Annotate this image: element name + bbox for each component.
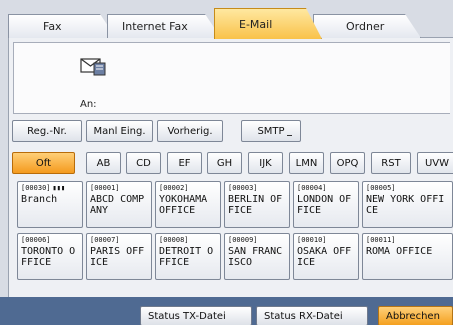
previous-button[interactable]: Vorherig. [157,120,223,142]
destination-number: [00007] [90,236,120,244]
destination-name: BERLIN OFFICE [228,194,283,216]
tab-fax[interactable]: Fax [8,14,116,38]
registration-number-button[interactable]: Reg.-Nr. [12,120,82,142]
destination-name: DETROIT OFFICE [159,246,214,268]
destination-name: Branch [21,194,58,205]
destination-key[interactable]: [00001] ABCD COMPANY [86,181,152,228]
destination-name: LONDON OFFICE [297,194,352,216]
destination-number: [00030] ▮▮▮ [21,184,66,192]
tab-bar: Fax Internet Fax E-Mail Ordner [8,8,453,38]
destination-name: TORONTO OFFICE [21,246,76,268]
destination-number: [00003] [228,184,258,192]
status-tx-file-button[interactable]: Status TX-Datei [140,306,252,325]
destination-key[interactable]: [00030] ▮▮▮ Branch [17,181,83,228]
destination-number: [00008] [159,236,189,244]
destination-name: NEW YORK OFFICE [366,194,445,216]
index-gh[interactable]: GH [207,152,242,174]
destination-key[interactable]: [00004] LONDON OFFICE [293,181,359,228]
index-lmn[interactable]: LMN [289,152,324,174]
destination-key[interactable]: [00005] NEW YORK OFFICE [362,181,453,228]
email-envelope-icon [80,58,106,76]
destination-number: [00011] [366,236,396,244]
destination-name: OSAKA OFFICE [297,246,352,268]
destination-number: [00006] [21,236,51,244]
destination-number: [00001] [90,184,120,192]
destination-key[interactable]: [00003] BERLIN OFFICE [224,181,290,228]
index-cd[interactable]: CD [126,152,161,174]
group-icon: ▮▮▮ [52,184,66,192]
destination-key[interactable]: [00007] PARIS OFFICE [86,233,152,280]
destination-number: [00002] [159,184,189,192]
index-frequent[interactable]: Oft [12,152,75,174]
destination-name: YOKOHAMA OFFICE [159,194,208,216]
destination-area[interactable]: An: [13,42,450,114]
destination-key[interactable]: [00006] TORONTO OFFICE [17,233,83,280]
destination-name: ROMA OFFICE [366,246,433,257]
destination-key[interactable]: [00011] ROMA OFFICE [362,233,453,280]
index-rst[interactable]: RST [371,152,411,174]
status-rx-file-button[interactable]: Status RX-Datei [256,306,368,325]
destination-number: [00004] [297,184,327,192]
index-opq[interactable]: OPQ [330,152,365,174]
tab-internet-fax[interactable]: Internet Fax [107,14,221,38]
index-ab[interactable]: AB [86,152,121,174]
tab-ordner[interactable]: Ordner [313,14,421,38]
destination-key[interactable]: [00008] DETROIT OFFICE [155,233,221,280]
destination-key[interactable]: [00010] OSAKA OFFICE [293,233,359,280]
index-uvw[interactable]: UVW [417,152,453,174]
destination-number: [00009] [228,236,258,244]
manual-entry-button[interactable]: Manl Eing. [86,120,153,142]
smtp-button[interactable]: SMTP [241,120,301,142]
index-ijk[interactable]: IJK [248,152,283,174]
cancel-button[interactable]: Abbrechen [378,306,453,325]
destination-key[interactable]: [00009] SAN FRANCISCO [224,233,290,280]
destination-name: ABCD COMPANY [90,194,145,216]
tab-email[interactable]: E-Mail [214,8,322,39]
destination-name: SAN FRANCISCO [228,246,283,268]
destination-number: [00010] [297,236,327,244]
destination-key[interactable]: [00002] YOKOHAMA OFFICE [155,181,221,228]
destination-number: [00005] [366,184,396,192]
destination-name: PARIS OFFICE [90,246,145,268]
index-ef[interactable]: EF [167,152,202,174]
to-label: An: [80,99,97,110]
